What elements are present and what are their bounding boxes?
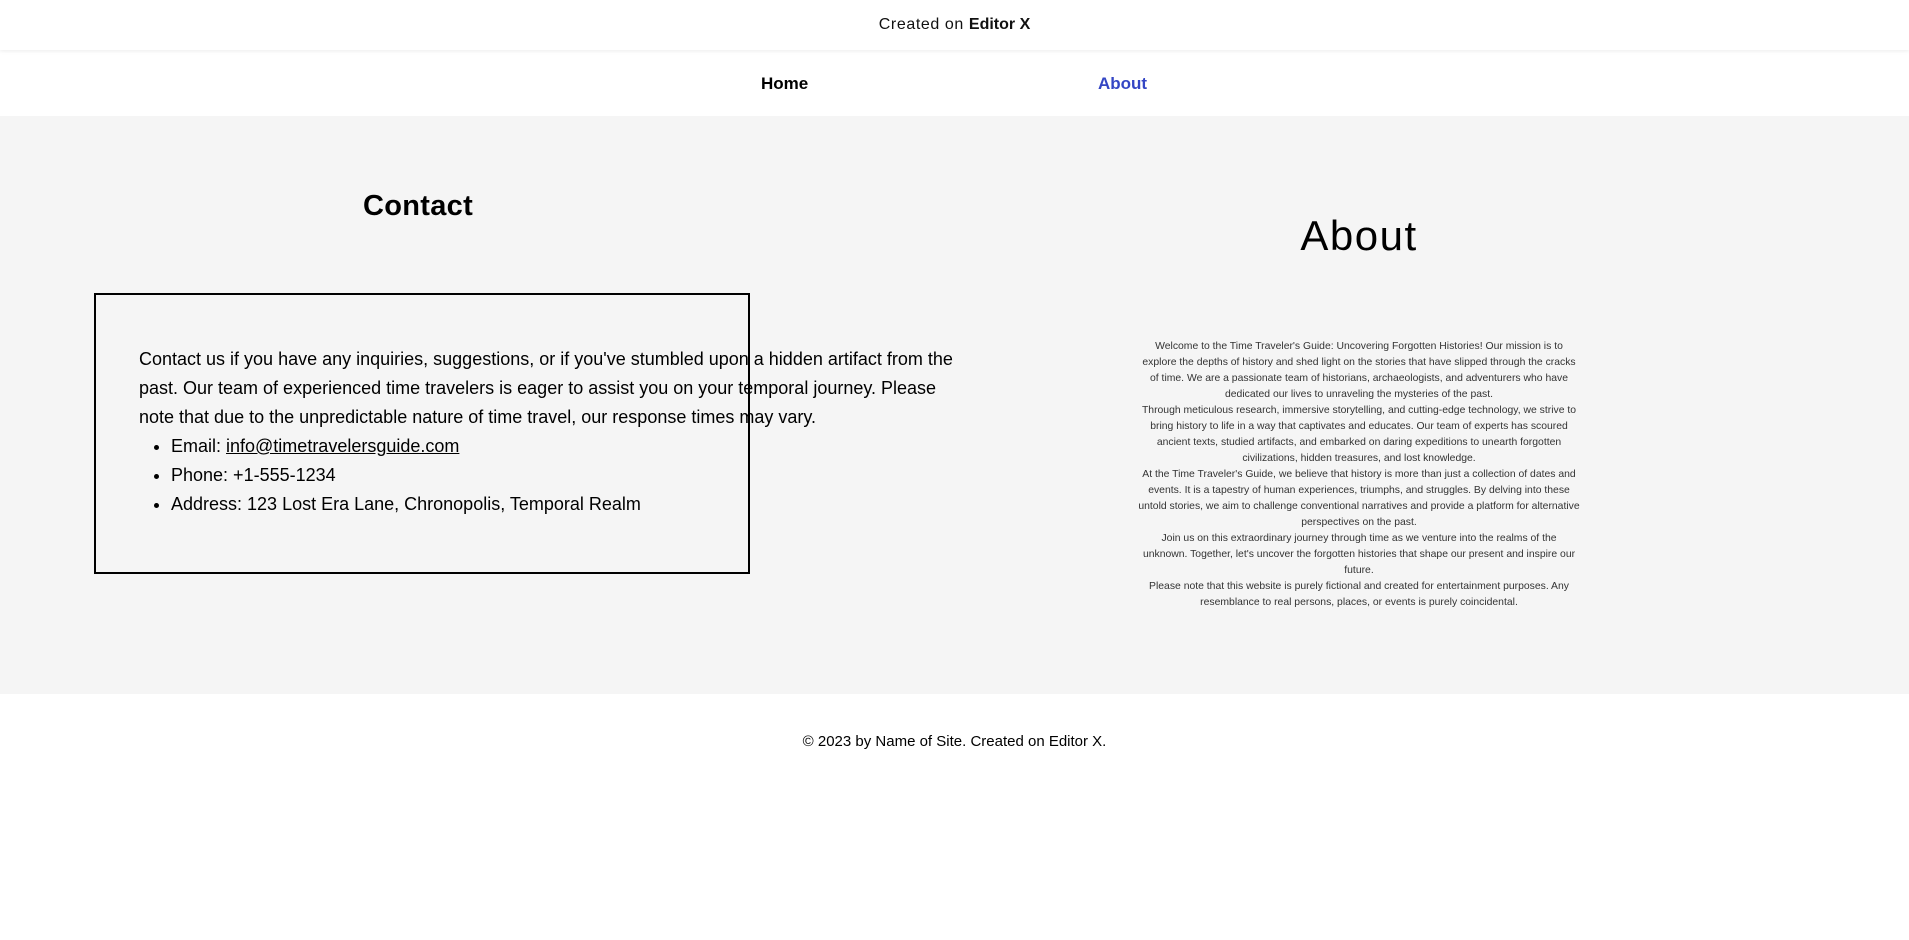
about-paragraph: Please note that this website is purely … [1149,581,1569,608]
banner-prefix: Created on [878,16,964,33]
footer-copyright: © 2023 by Name of Site. Created on Edito… [802,733,1107,750]
about-paragraph: Welcome to the Time Traveler's Guide: Un… [1142,341,1576,400]
footer: © 2023 by Name of Site. Created on Edito… [0,694,1909,940]
about-paragraph: At the Time Traveler's Guide, we believe… [1138,469,1580,528]
contact-heading: Contact [363,190,474,222]
contact-list: Email: info@timetravelersguide.com Phone… [139,432,959,519]
contact-email-item: Email: info@timetravelersguide.com [171,432,959,461]
contact-address-item: Address: 123 Lost Era Lane, Chronopolis,… [171,490,959,519]
contact-text: Contact us if you have any inquiries, su… [139,345,959,519]
email-link[interactable]: info@timetravelersguide.com [226,436,459,456]
content-section: Contact Contact us if you have any inqui… [0,116,1909,694]
about-heading: About [1300,212,1418,259]
nav-about[interactable]: About [1098,74,1147,94]
nav-home[interactable]: Home [761,74,808,94]
contact-intro: Contact us if you have any inquiries, su… [139,349,953,427]
about-paragraph: Through meticulous research, immersive s… [1141,405,1577,464]
about-text: Welcome to the Time Traveler's Guide: Un… [1138,339,1580,611]
about-paragraph: Join us on this extraordinary journey th… [1142,533,1576,576]
main-nav: Home About [0,50,1909,116]
email-label: Email: [171,436,227,456]
banner-brand[interactable]: Editor X [969,16,1030,34]
contact-phone-item: Phone: +1-555-1234 [171,461,959,490]
editor-x-banner: Created on Editor X [0,0,1909,50]
